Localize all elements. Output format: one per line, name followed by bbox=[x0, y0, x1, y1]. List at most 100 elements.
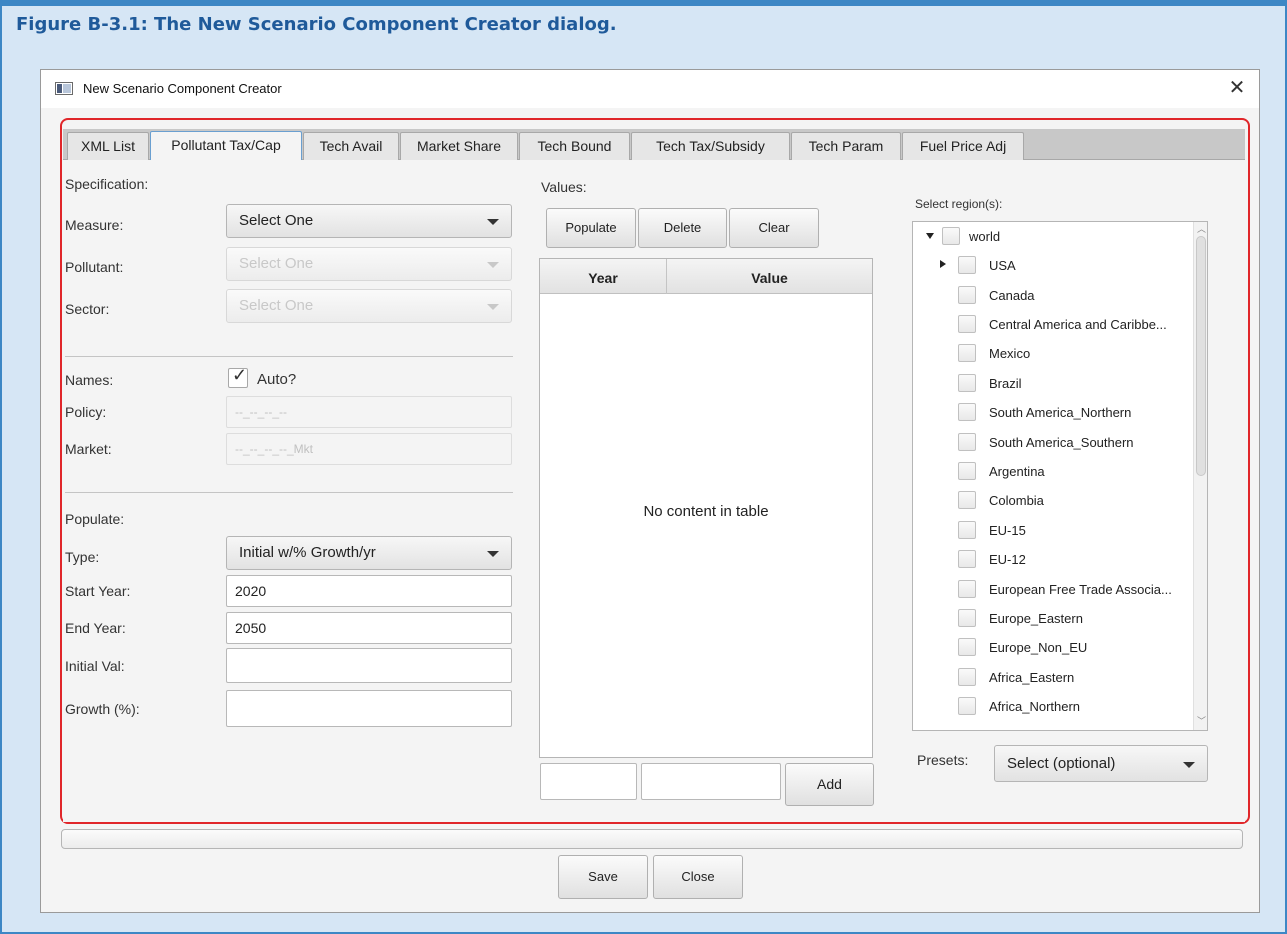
region-item[interactable]: Argentina bbox=[913, 457, 1193, 487]
tab-bar: XML List Pollutant Tax/Cap Tech Avail Ma… bbox=[63, 129, 1245, 161]
region-checkbox[interactable] bbox=[958, 521, 976, 539]
empty-table-message: No content in table bbox=[643, 503, 769, 520]
tab-tech-bound[interactable]: Tech Bound bbox=[519, 132, 630, 160]
region-label: Colombia bbox=[989, 493, 1044, 508]
scroll-up-icon[interactable]: ︿ bbox=[1197, 225, 1206, 234]
figure-caption: Figure B-3.1: The New Scenario Component… bbox=[16, 14, 617, 35]
tab-pollutant-tax-cap[interactable]: Pollutant Tax/Cap bbox=[150, 131, 302, 161]
collapse-arrow-icon[interactable] bbox=[940, 260, 946, 268]
tab-xml-list[interactable]: XML List bbox=[67, 132, 149, 160]
region-item[interactable]: Brazil bbox=[913, 369, 1193, 399]
app-window-icon bbox=[55, 82, 73, 95]
region-label: Africa_Northern bbox=[989, 699, 1081, 714]
title-bar: New Scenario Component Creator ✕ bbox=[41, 70, 1259, 108]
scrollbar-thumb[interactable] bbox=[1196, 236, 1206, 476]
region-checkbox[interactable] bbox=[958, 256, 976, 274]
region-label: EU-15 bbox=[989, 523, 1026, 538]
region-item[interactable]: Colombia bbox=[913, 486, 1193, 516]
region-label: Mexico bbox=[989, 346, 1031, 361]
region-checkbox[interactable] bbox=[958, 491, 976, 509]
region-checkbox[interactable] bbox=[958, 433, 976, 451]
region-checkbox[interactable] bbox=[958, 668, 976, 686]
region-label: Canada bbox=[989, 288, 1035, 303]
region-scrollbar[interactable]: ︿ ﹀ bbox=[1193, 222, 1207, 730]
region-item[interactable]: Europe_Eastern bbox=[913, 604, 1193, 634]
populate-type-select[interactable]: Initial w/% Growth/yr bbox=[226, 536, 512, 570]
tab-tech-param[interactable]: Tech Param bbox=[791, 132, 901, 160]
progress-bar bbox=[61, 829, 1243, 849]
year-column-header[interactable]: Year bbox=[540, 259, 666, 294]
region-label: Brazil bbox=[989, 376, 1022, 391]
region-checkbox[interactable] bbox=[942, 227, 960, 245]
sector-select[interactable]: Select One bbox=[226, 289, 512, 323]
populate-type-value: Initial w/% Growth/yr bbox=[239, 544, 376, 561]
region-item[interactable]: USA bbox=[913, 251, 1193, 281]
region-item[interactable]: Africa_Eastern bbox=[913, 663, 1193, 693]
region-label: EU-12 bbox=[989, 552, 1026, 567]
presets-select-value: Select (optional) bbox=[1007, 755, 1116, 772]
region-checkbox[interactable] bbox=[958, 374, 976, 392]
populate-button[interactable]: Populate bbox=[546, 208, 636, 248]
chevron-down-icon bbox=[487, 551, 499, 557]
region-label: Europe_Eastern bbox=[989, 611, 1083, 626]
market-name-field[interactable]: --_--_--_--_Mkt bbox=[226, 433, 512, 465]
region-checkbox[interactable] bbox=[958, 315, 976, 333]
region-item[interactable]: Central America and Caribbe... bbox=[913, 310, 1193, 340]
tab-tech-tax-subsidy[interactable]: Tech Tax/Subsidy bbox=[631, 132, 790, 160]
region-item[interactable]: EU-12 bbox=[913, 545, 1193, 575]
chevron-down-icon bbox=[1183, 762, 1195, 768]
region-item[interactable]: South America_Northern bbox=[913, 398, 1193, 428]
auto-names-checkbox[interactable]: ✓ bbox=[228, 365, 248, 388]
clear-button[interactable]: Clear bbox=[729, 208, 819, 248]
region-checkbox[interactable] bbox=[958, 462, 976, 480]
region-item[interactable]: world bbox=[913, 222, 1193, 252]
region-label: USA bbox=[989, 258, 1016, 273]
end-year-field[interactable]: 2050 bbox=[226, 612, 512, 644]
region-checkbox[interactable] bbox=[958, 609, 976, 627]
region-checkbox[interactable] bbox=[958, 550, 976, 568]
region-checkbox[interactable] bbox=[958, 286, 976, 304]
tab-fuel-price-adj[interactable]: Fuel Price Adj bbox=[902, 132, 1024, 160]
region-tree[interactable]: world USA Canada Central America and Car… bbox=[912, 221, 1208, 731]
region-checkbox[interactable] bbox=[958, 344, 976, 362]
sector-select-value: Select One bbox=[239, 297, 314, 314]
region-checkbox[interactable] bbox=[958, 403, 976, 421]
region-checkbox[interactable] bbox=[958, 580, 976, 598]
pollutant-select-value: Select One bbox=[239, 255, 314, 272]
pollutant-select[interactable]: Select One bbox=[226, 247, 512, 281]
region-item[interactable]: Africa_Northern bbox=[913, 692, 1193, 722]
add-button[interactable]: Add bbox=[785, 763, 874, 806]
region-item[interactable]: European Free Trade Associa... bbox=[913, 575, 1193, 605]
new-year-field[interactable] bbox=[540, 763, 637, 800]
region-item[interactable]: Canada bbox=[913, 281, 1193, 311]
region-checkbox[interactable] bbox=[958, 638, 976, 656]
region-item[interactable]: Mexico bbox=[913, 339, 1193, 369]
close-button[interactable]: Close bbox=[653, 855, 743, 899]
scroll-down-icon[interactable]: ﹀ bbox=[1197, 717, 1206, 726]
start-year-field[interactable]: 2020 bbox=[226, 575, 512, 607]
tab-tech-avail[interactable]: Tech Avail bbox=[303, 132, 399, 160]
market-label: Market: bbox=[65, 441, 112, 457]
region-item[interactable]: South America_Southern bbox=[913, 428, 1193, 458]
tab-market-share[interactable]: Market Share bbox=[400, 132, 518, 160]
region-item[interactable]: EU-15 bbox=[913, 516, 1193, 546]
policy-name-field[interactable]: --_--_--_-- bbox=[226, 396, 512, 428]
new-value-field[interactable] bbox=[641, 763, 781, 800]
region-item[interactable]: Europe_Non_EU bbox=[913, 633, 1193, 663]
auto-checkbox-label: Auto? bbox=[257, 371, 297, 388]
measure-select[interactable]: Select One bbox=[226, 204, 512, 238]
region-checkbox[interactable] bbox=[958, 697, 976, 715]
save-button[interactable]: Save bbox=[558, 855, 648, 899]
expand-arrow-icon[interactable] bbox=[926, 233, 934, 239]
presets-select[interactable]: Select (optional) bbox=[994, 745, 1208, 782]
region-label: South America_Southern bbox=[989, 435, 1134, 450]
initial-val-field[interactable] bbox=[226, 648, 512, 683]
growth-field[interactable] bbox=[226, 690, 512, 727]
values-heading: Values: bbox=[541, 179, 587, 195]
delete-button[interactable]: Delete bbox=[638, 208, 727, 248]
presets-label: Presets: bbox=[917, 752, 969, 768]
region-label: European Free Trade Associa... bbox=[989, 582, 1172, 597]
measure-select-value: Select One bbox=[239, 212, 314, 229]
close-window-icon[interactable]: ✕ bbox=[1225, 76, 1249, 100]
value-column-header[interactable]: Value bbox=[667, 259, 872, 294]
